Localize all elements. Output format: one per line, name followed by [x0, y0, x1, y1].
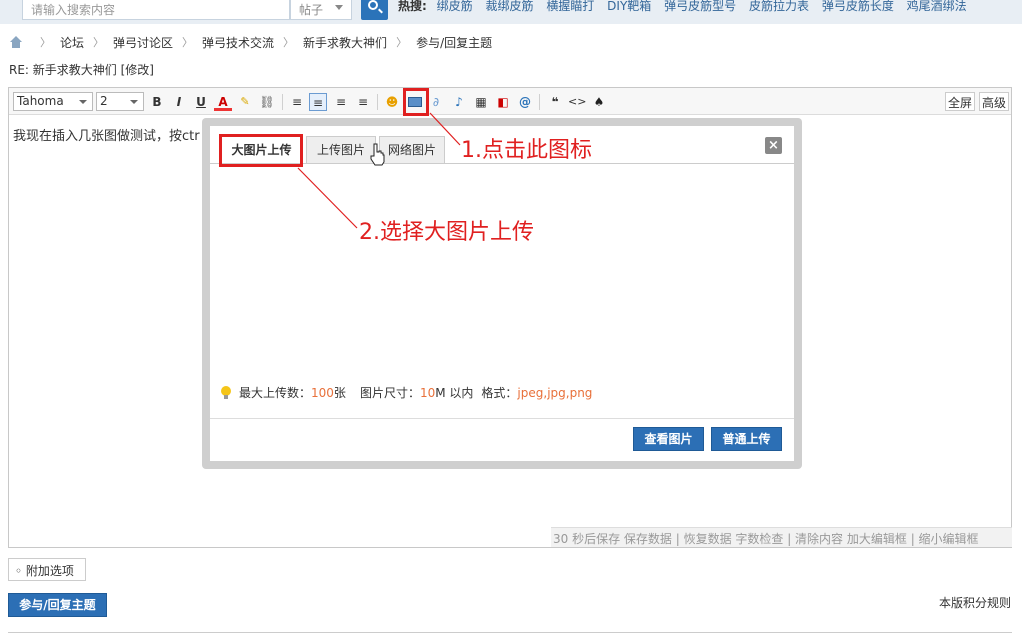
home-icon[interactable]: [9, 36, 23, 48]
tab-upload-image[interactable]: 上传图片: [306, 136, 376, 164]
align-center-icon[interactable]: ≡: [332, 93, 350, 111]
hot-link[interactable]: 弹弓皮筋型号: [664, 0, 736, 13]
code-icon[interactable]: <>: [568, 93, 586, 111]
format-label: 格式：: [481, 386, 518, 400]
emoji-icon[interactable]: ☻: [383, 93, 401, 111]
align-left-icon[interactable]: ≡: [288, 93, 306, 111]
quote-icon[interactable]: ❝: [546, 93, 564, 111]
max-label: 最大上传数：: [239, 386, 312, 400]
max-value: 100: [311, 385, 334, 400]
bottom-divider: [8, 632, 1012, 633]
hot-link[interactable]: DIY靶箱: [607, 0, 651, 13]
chevron-right-icon: 〉: [93, 36, 105, 49]
lightbulb-icon: [221, 386, 231, 399]
search-type-label: 帖子: [299, 3, 324, 17]
size-label: 图片尺寸：: [359, 386, 420, 400]
search-type-select[interactable]: 帖子: [290, 0, 352, 20]
submit-reply-button[interactable]: 参与/回复主题: [8, 593, 107, 617]
hot-search-links: 热搜: 绑皮筋 裁绑皮筋 横握瞄打 DIY靶箱 弹弓皮筋型号 皮筋拉力表 弹弓皮…: [398, 0, 976, 14]
hot-link[interactable]: 横握瞄打: [546, 0, 594, 13]
credit-rules-link[interactable]: 本版积分规则: [939, 594, 1011, 611]
more-options-button[interactable]: ◦ 附加选项: [8, 558, 86, 581]
font-size-value: 2: [100, 94, 108, 108]
font-size-select[interactable]: 2: [96, 92, 144, 111]
breadcrumb: 〉 论坛 〉 弹弓讨论区 〉 弹弓技术交流 〉 新手求教大神们 〉 参与/回复主…: [9, 34, 492, 50]
hot-link[interactable]: 绑皮筋: [437, 0, 473, 13]
close-icon[interactable]: ×: [765, 137, 782, 154]
toolbar-divider: [282, 94, 283, 110]
hot-link[interactable]: 弹弓皮筋长度: [822, 0, 894, 13]
breadcrumb-item[interactable]: 弹弓讨论区: [113, 34, 173, 51]
chevron-right-icon: 〉: [182, 36, 194, 49]
breadcrumb-item[interactable]: 弹弓技术交流: [202, 34, 274, 51]
search-icon: [368, 0, 378, 10]
post-title: RE: 新手求教大神们 [修改]: [9, 63, 154, 77]
normal-upload-button[interactable]: 普通上传: [711, 427, 782, 451]
hot-link[interactable]: 鸡尾酒绑法: [907, 0, 967, 13]
chevron-down-icon: [335, 5, 343, 10]
editor-content[interactable]: 我现在插入几张图做测试，按ctr: [13, 125, 200, 144]
chevron-right-icon: 〉: [396, 36, 408, 49]
chevron-down-icon: [79, 100, 87, 104]
flash-icon[interactable]: ◧: [494, 93, 512, 111]
video-icon[interactable]: ▦: [472, 93, 490, 111]
font-family-select[interactable]: Tahoma: [13, 92, 93, 111]
hot-link[interactable]: 皮筋拉力表: [749, 0, 809, 13]
link-icon[interactable]: ⛓: [258, 93, 276, 111]
align-right-icon[interactable]: ≡: [354, 93, 372, 111]
annotation-step1: 1.点击此图标: [461, 138, 592, 163]
qq-icon[interactable]: ♠: [590, 93, 608, 111]
italic-button[interactable]: I: [170, 93, 188, 111]
chevron-right-icon: 〉: [283, 36, 295, 49]
tab-web-image[interactable]: 网络图片: [379, 136, 445, 164]
at-icon[interactable]: @: [516, 93, 534, 111]
align-left-active-icon[interactable]: ≡: [309, 93, 327, 111]
search-button[interactable]: [361, 0, 388, 20]
music-icon[interactable]: ♪: [450, 93, 468, 111]
font-family-value: Tahoma: [17, 94, 64, 108]
hand-cursor-icon: [370, 143, 385, 166]
annotation-highlight-tab: [219, 134, 303, 167]
editor-statusbar[interactable]: 30 秒后保存 保存数据 | 恢复数据 字数检查 | 清除内容 加大编辑框 | …: [551, 527, 1012, 547]
advanced-button[interactable]: 高级: [979, 92, 1010, 111]
hot-link[interactable]: 裁绑皮筋: [485, 0, 533, 13]
breadcrumb-item[interactable]: 新手求教大神们: [303, 34, 387, 51]
breadcrumb-current: 参与/回复主题: [416, 35, 493, 50]
highlight-icon[interactable]: ✎: [236, 93, 254, 111]
editor-toolbar: Tahoma 2 B I U A ✎ ⛓ ≡ ≡ ≡ ≡ ☻ ∂ ♪ ▦ ◧ @…: [9, 88, 1011, 115]
attachment-icon[interactable]: ∂: [427, 93, 445, 111]
font-color-button[interactable]: A: [214, 93, 232, 111]
search-input[interactable]: 请输入搜索内容: [22, 0, 290, 20]
bold-button[interactable]: B: [148, 93, 166, 111]
underline-button[interactable]: U: [192, 93, 210, 111]
annotation-highlight-image-icon: [403, 88, 429, 116]
size-value: 10: [419, 385, 436, 400]
hot-search-label: 热搜:: [398, 0, 427, 13]
annotation-step2: 2.选择大图片上传: [359, 220, 534, 245]
dialog-footer-divider: [210, 418, 794, 419]
image-upload-dialog: 大图片上传 上传图片 网络图片 × 最大上传数： 100 张 图片尺寸： 10 …: [210, 126, 794, 461]
upload-limits-info: 最大上传数： 100 张 图片尺寸： 10 M 以内 格式： jpeg,jpg,…: [221, 384, 592, 401]
toolbar-divider: [377, 94, 378, 110]
max-unit: 张: [333, 386, 346, 400]
top-search-bar: 请输入搜索内容 帖子 热搜: 绑皮筋 裁绑皮筋 横握瞄打 DIY靶箱 弹弓皮筋型…: [0, 0, 1022, 24]
view-images-button[interactable]: 查看图片: [633, 427, 704, 451]
chevron-right-icon: 〉: [40, 36, 51, 49]
breadcrumb-item[interactable]: 论坛: [60, 34, 84, 51]
size-unit: M 以内: [435, 386, 474, 400]
fullscreen-button[interactable]: 全屏: [945, 92, 976, 111]
chevron-down-icon: [130, 100, 138, 104]
format-value: jpeg,jpg,png: [517, 385, 593, 400]
toolbar-divider: [539, 94, 540, 110]
